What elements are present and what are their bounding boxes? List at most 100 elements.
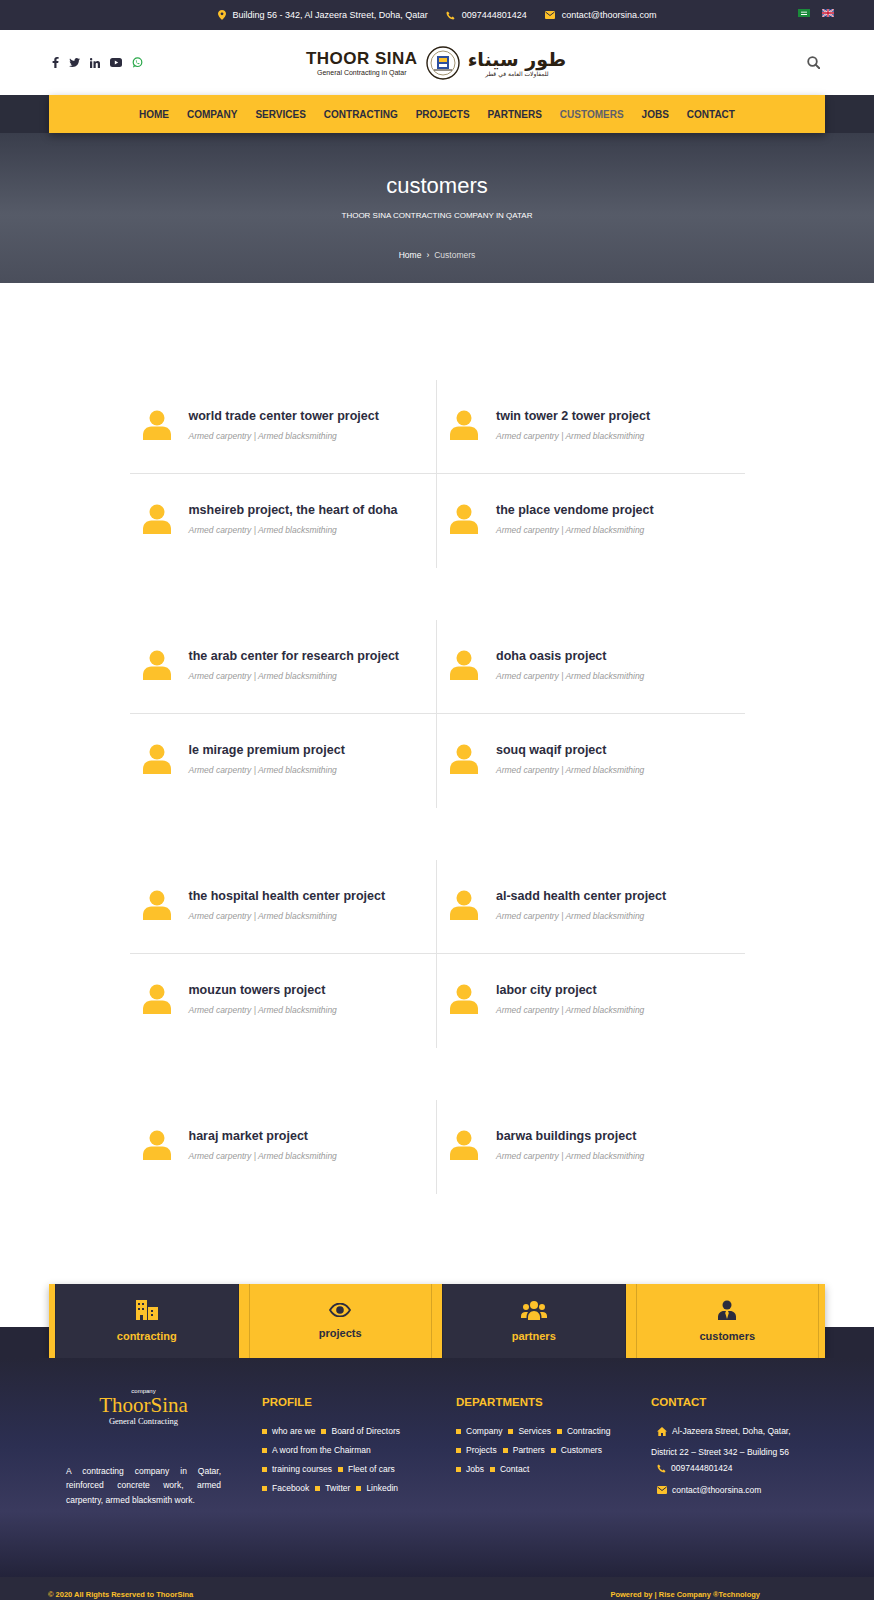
- footer-link[interactable]: Facebook: [262, 1483, 309, 1493]
- nav-item[interactable]: CONTACT: [685, 105, 737, 124]
- nav-item[interactable]: SERVICES: [253, 105, 307, 124]
- quick-link-tile[interactable]: partners: [442, 1284, 626, 1358]
- person-icon: [450, 984, 478, 1014]
- breadcrumb: Home›Customers: [399, 250, 476, 260]
- twitter-icon[interactable]: [69, 58, 80, 67]
- tile-label: customers: [699, 1330, 755, 1342]
- whatsapp-icon[interactable]: [132, 57, 143, 68]
- footer-link[interactable]: Fleet of cars: [338, 1464, 395, 1474]
- logo-tagline: General Contracting in Qatar: [317, 69, 407, 76]
- customer-card: the arab center for research projectArme…: [130, 620, 438, 714]
- customer-card: world trade center tower projectArmed ca…: [130, 380, 438, 474]
- user-tie-icon: [718, 1300, 736, 1320]
- email-link[interactable]: contact@thoorsina.com: [562, 10, 657, 20]
- language-switcher: [798, 9, 834, 17]
- copyright-bar: © 2020 All Rights Reserved to ThoorSinaP…: [0, 1577, 874, 1600]
- top-bar: Building 56 - 342, Al Jazeera Street, Do…: [0, 0, 874, 30]
- person-icon: [143, 984, 171, 1014]
- logo-arabic-name: طور سيناء: [468, 48, 566, 70]
- customer-title: mouzun towers project: [189, 983, 337, 997]
- nav-item[interactable]: CUSTOMERS: [558, 105, 626, 124]
- customer-card: barwa buildings projectArmed carpentry |…: [437, 1100, 745, 1194]
- building-icon: [136, 1300, 158, 1320]
- footer-link[interactable]: who are we: [262, 1426, 315, 1436]
- footer-heading: CONTACT: [651, 1396, 825, 1408]
- footer-logo-name: ThoorSina: [99, 1394, 188, 1416]
- logo-arabic-tagline: للمقاولات العامة في قطر: [485, 70, 548, 77]
- person-icon: [450, 504, 478, 534]
- customer-card: msheireb project, the heart of dohaArmed…: [130, 474, 438, 568]
- footer-link[interactable]: Contact: [490, 1464, 529, 1474]
- footer-link-text: Services: [518, 1426, 551, 1436]
- person-icon: [143, 1130, 171, 1160]
- footer-link[interactable]: Company: [456, 1426, 502, 1436]
- nav-item[interactable]: CONTRACTING: [322, 105, 400, 124]
- youtube-icon[interactable]: [110, 58, 122, 67]
- quick-link-tile[interactable]: projects: [249, 1284, 433, 1358]
- phone-link[interactable]: 0097444801424: [462, 10, 527, 20]
- footer-logo-tagline: General Contracting: [109, 1416, 178, 1426]
- footer-link-text: Board of Directors: [331, 1426, 400, 1436]
- linkedin-icon[interactable]: [90, 58, 100, 68]
- footer-link-text: Contracting: [567, 1426, 610, 1436]
- footer-link[interactable]: Board of Directors: [321, 1426, 400, 1436]
- facebook-icon[interactable]: [52, 57, 59, 68]
- customer-subtitle: Armed carpentry | Armed blacksmithing: [496, 671, 644, 681]
- footer-link[interactable]: Projects: [456, 1445, 497, 1455]
- customer-card: souq waqif projectArmed carpentry | Arme…: [437, 714, 745, 808]
- nav-item[interactable]: COMPANY: [185, 105, 239, 124]
- footer-email[interactable]: contact@thoorsina.com: [672, 1485, 761, 1495]
- footer-link-text: who are we: [272, 1426, 315, 1436]
- customer-card: al-sadd health center projectArmed carpe…: [437, 860, 745, 954]
- phone-icon: [446, 11, 455, 20]
- footer-address: Al-Jazeera Street, Doha, Qatar,: [672, 1426, 791, 1436]
- footer-link[interactable]: Jobs: [456, 1464, 484, 1474]
- nav-item[interactable]: JOBS: [640, 105, 671, 124]
- powered-by-text[interactable]: Powered by | Rise Company ®Technology: [610, 1590, 760, 1599]
- home-icon: [657, 1427, 667, 1436]
- customer-title: twin tower 2 tower project: [496, 409, 650, 423]
- breadcrumb-current: Customers: [434, 250, 475, 260]
- customer-title: le mirage premium project: [189, 743, 345, 757]
- customer-card: labor city projectArmed carpentry | Arme…: [437, 954, 745, 1048]
- page-title: customers: [386, 173, 487, 199]
- map-marker-icon: [218, 10, 226, 20]
- footer-heading: PROFILE: [262, 1396, 456, 1408]
- footer-link[interactable]: A word from the Chairman: [262, 1445, 371, 1455]
- footer-phone[interactable]: 0097444801424: [671, 1463, 732, 1473]
- person-icon: [143, 410, 171, 440]
- customer-subtitle: Armed carpentry | Armed blacksmithing: [496, 911, 666, 921]
- customer-subtitle: Armed carpentry | Armed blacksmithing: [189, 1151, 337, 1161]
- footer-link[interactable]: Linkedin: [356, 1483, 398, 1493]
- footer-link[interactable]: Customers: [551, 1445, 602, 1455]
- nav-item[interactable]: PROJECTS: [414, 105, 472, 124]
- customer-group: haraj market projectArmed carpentry | Ar…: [130, 1100, 745, 1194]
- footer-link[interactable]: Services: [508, 1426, 551, 1436]
- footer-link[interactable]: Twitter: [315, 1483, 350, 1493]
- customer-subtitle: Armed carpentry | Armed blacksmithing: [189, 911, 386, 921]
- breadcrumb-home[interactable]: Home: [399, 250, 422, 260]
- quick-link-tile[interactable]: customers: [636, 1284, 820, 1358]
- person-icon: [450, 890, 478, 920]
- customer-subtitle: Armed carpentry | Armed blacksmithing: [496, 525, 654, 535]
- customer-subtitle: Armed carpentry | Armed blacksmithing: [189, 765, 345, 775]
- nav-item[interactable]: PARTNERS: [486, 105, 544, 124]
- emblem-icon: [426, 46, 460, 80]
- search-icon[interactable]: [807, 56, 820, 69]
- quick-link-tile[interactable]: contracting: [55, 1284, 239, 1358]
- customer-title: souq waqif project: [496, 743, 644, 757]
- saudi-flag-icon[interactable]: [798, 9, 810, 17]
- customer-title: world trade center tower project: [189, 409, 379, 423]
- footer-link[interactable]: Partners: [503, 1445, 545, 1455]
- customer-group: world trade center tower project Armed ca…: [130, 380, 745, 568]
- tile-label: partners: [512, 1330, 556, 1342]
- footer-link[interactable]: training courses: [262, 1464, 332, 1474]
- nav-item[interactable]: HOME: [137, 105, 171, 124]
- site-footer: companyThoorSinaGeneral ContractingA con…: [0, 1358, 874, 1577]
- uk-flag-icon[interactable]: [822, 9, 834, 17]
- footer-description: A contracting company in Qatar, reinforc…: [66, 1464, 221, 1507]
- person-icon: [450, 410, 478, 440]
- footer-link[interactable]: Contracting: [557, 1426, 610, 1436]
- site-logo[interactable]: THOOR SINAGeneral Contracting in Qatarطو…: [306, 46, 566, 80]
- person-icon: [143, 504, 171, 534]
